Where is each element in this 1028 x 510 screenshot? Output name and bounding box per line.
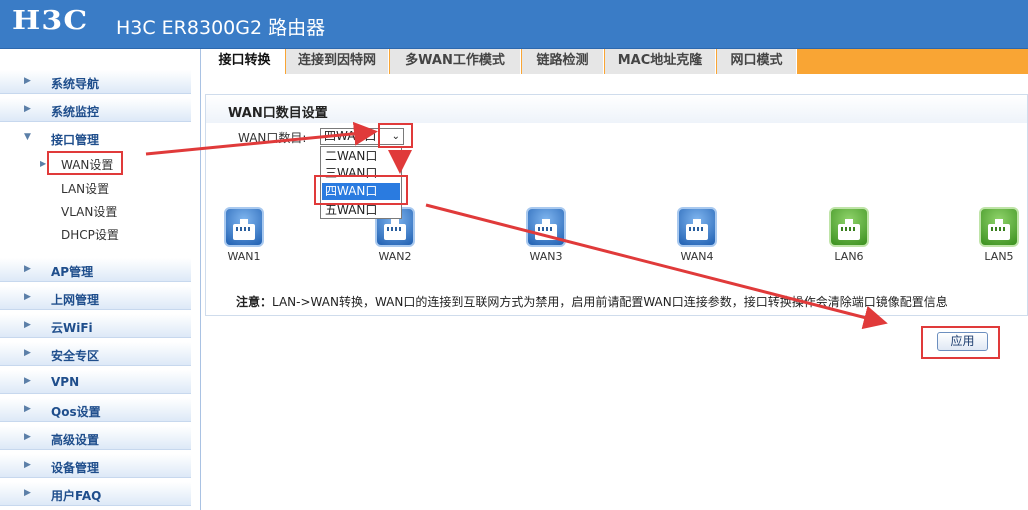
chevron-down-icon[interactable]: ⌄ xyxy=(392,129,400,144)
sidebar-item-label: VPN xyxy=(51,375,80,389)
app-header: H3C H3C ER8300G2 路由器 xyxy=(0,0,1028,49)
sidebar-subitem-lan[interactable]: LAN设置 xyxy=(61,180,109,197)
sidebar-item-user-faq[interactable]: ▶ 用户FAQ xyxy=(0,482,191,506)
notice-body: LAN->WAN转换，WAN口的连接到互联网方式为禁用，启用前请配置WAN口连接… xyxy=(272,295,948,309)
port-lan6: LAN6 xyxy=(819,207,879,263)
sidebar-item-advanced[interactable]: ▶ 高级设置 xyxy=(0,426,191,450)
option-5-wan[interactable]: 五WAN口 xyxy=(322,202,400,219)
expand-arrow-icon: ▶ xyxy=(24,488,31,498)
ethernet-port-icon xyxy=(526,207,566,247)
sidebar-item-label: AP管理 xyxy=(51,265,94,279)
port-label: WAN1 xyxy=(227,250,261,263)
expand-arrow-icon: ▶ xyxy=(24,264,31,274)
tab-port-mode[interactable]: 网口模式 xyxy=(717,49,797,74)
sidebar-item-label: 接口管理 xyxy=(51,133,100,147)
wan-count-value: 四WAN口 xyxy=(324,129,377,143)
port-label: WAN3 xyxy=(529,250,563,263)
notice-prefix: 注意： xyxy=(236,295,273,309)
wan-count-dropdown: 二WAN口 三WAN口 四WAN口 五WAN口 xyxy=(320,146,402,219)
sidebar-item-device-mgmt[interactable]: ▶ 设备管理 xyxy=(0,454,191,478)
sidebar-item-system-monitor[interactable]: ▶ 系统监控 xyxy=(0,98,191,122)
collapse-arrow-icon: ▼ xyxy=(24,132,31,142)
tab-multi-wan-mode[interactable]: 多WAN工作模式 xyxy=(390,49,521,74)
sidebar: ▶ 系统导航 ▶ 系统监控 ▼ 接口管理 ▶ WAN设置 LAN设置 VLAN设… xyxy=(0,49,201,510)
sidebar-item-label: 上网管理 xyxy=(51,293,100,307)
ethernet-port-icon xyxy=(979,207,1019,247)
app-title: H3C ER8300G2 路由器 xyxy=(116,17,326,39)
sidebar-item-label: Qos设置 xyxy=(51,405,101,419)
tab-interface-convert[interactable]: 接口转换 xyxy=(205,49,285,74)
expand-arrow-icon: ▶ xyxy=(24,376,31,386)
port-label: LAN6 xyxy=(834,250,864,263)
sidebar-item-vpn[interactable]: ▶ VPN xyxy=(0,370,191,394)
expand-arrow-icon: ▶ xyxy=(24,432,31,442)
sidebar-item-label: 系统导航 xyxy=(51,77,100,91)
expand-arrow-icon: ▶ xyxy=(24,104,31,114)
expand-arrow-icon: ▶ xyxy=(24,320,31,330)
expand-arrow-icon: ▶ xyxy=(24,460,31,470)
option-3-wan[interactable]: 三WAN口 xyxy=(322,165,400,182)
sidebar-item-label: 设备管理 xyxy=(51,461,100,475)
expand-arrow-icon: ▶ xyxy=(24,292,31,302)
expand-arrow-icon: ▶ xyxy=(24,404,31,414)
port-wan3: WAN3 xyxy=(516,207,576,263)
sidebar-item-security[interactable]: ▶ 安全专区 xyxy=(0,342,191,366)
port-lan5: LAN5 xyxy=(969,207,1028,263)
sidebar-item-cloud-wifi[interactable]: ▶ 云WiFi xyxy=(0,314,191,338)
sidebar-subitem-wan[interactable]: WAN设置 xyxy=(61,156,113,173)
sidebar-item-qos[interactable]: ▶ Qos设置 xyxy=(0,398,191,422)
port-label: LAN5 xyxy=(984,250,1014,263)
ethernet-port-icon xyxy=(224,207,264,247)
active-arrow-icon: ▶ xyxy=(40,159,47,168)
option-2-wan[interactable]: 二WAN口 xyxy=(322,148,400,165)
panel-title: WAN口数目设置 xyxy=(206,95,1027,123)
tab-mac-clone[interactable]: MAC地址克隆 xyxy=(605,49,716,74)
tab-bar: 接口转换 连接到因特网 多WAN工作模式 链路检测 MAC地址克隆 网口模式 xyxy=(205,49,1028,74)
ethernet-port-icon xyxy=(829,207,869,247)
sidebar-item-label: 高级设置 xyxy=(51,433,100,447)
option-4-wan[interactable]: 四WAN口 xyxy=(322,183,400,200)
sidebar-subitem-vlan[interactable]: VLAN设置 xyxy=(61,203,117,220)
wan-count-select[interactable]: 四WAN口 ⌄ xyxy=(320,128,404,145)
ethernet-port-icon xyxy=(677,207,717,247)
sidebar-item-label: 用户FAQ xyxy=(51,489,102,503)
tab-link-detect[interactable]: 链路检测 xyxy=(522,49,604,74)
sidebar-subitem-dhcp[interactable]: DHCP设置 xyxy=(61,226,119,243)
sidebar-item-label: 安全专区 xyxy=(51,349,100,363)
expand-arrow-icon: ▶ xyxy=(24,348,31,358)
port-wan1: WAN1 xyxy=(214,207,274,263)
expand-arrow-icon: ▶ xyxy=(24,76,31,86)
h3c-logo: H3C xyxy=(12,6,89,36)
sidebar-item-interface-mgmt[interactable]: ▼ 接口管理 xyxy=(0,126,191,150)
sidebar-item-ap-mgmt[interactable]: ▶ AP管理 xyxy=(0,258,191,282)
sidebar-item-label: 系统监控 xyxy=(51,105,100,119)
port-wan4: WAN4 xyxy=(667,207,727,263)
apply-button[interactable]: 应用 xyxy=(937,332,988,351)
tab-connect-internet[interactable]: 连接到因特网 xyxy=(286,49,389,74)
sidebar-item-system-nav[interactable]: ▶ 系统导航 xyxy=(0,70,191,94)
port-label: WAN4 xyxy=(680,250,714,263)
sidebar-item-label: 云WiFi xyxy=(51,321,93,335)
sidebar-item-internet-mgmt[interactable]: ▶ 上网管理 xyxy=(0,286,191,310)
wan-count-label: WAN口数目: xyxy=(238,131,307,145)
notice-text: 注意：LAN->WAN转换，WAN口的连接到互联网方式为禁用，启用前请配置WAN… xyxy=(236,293,948,310)
port-label: WAN2 xyxy=(378,250,412,263)
